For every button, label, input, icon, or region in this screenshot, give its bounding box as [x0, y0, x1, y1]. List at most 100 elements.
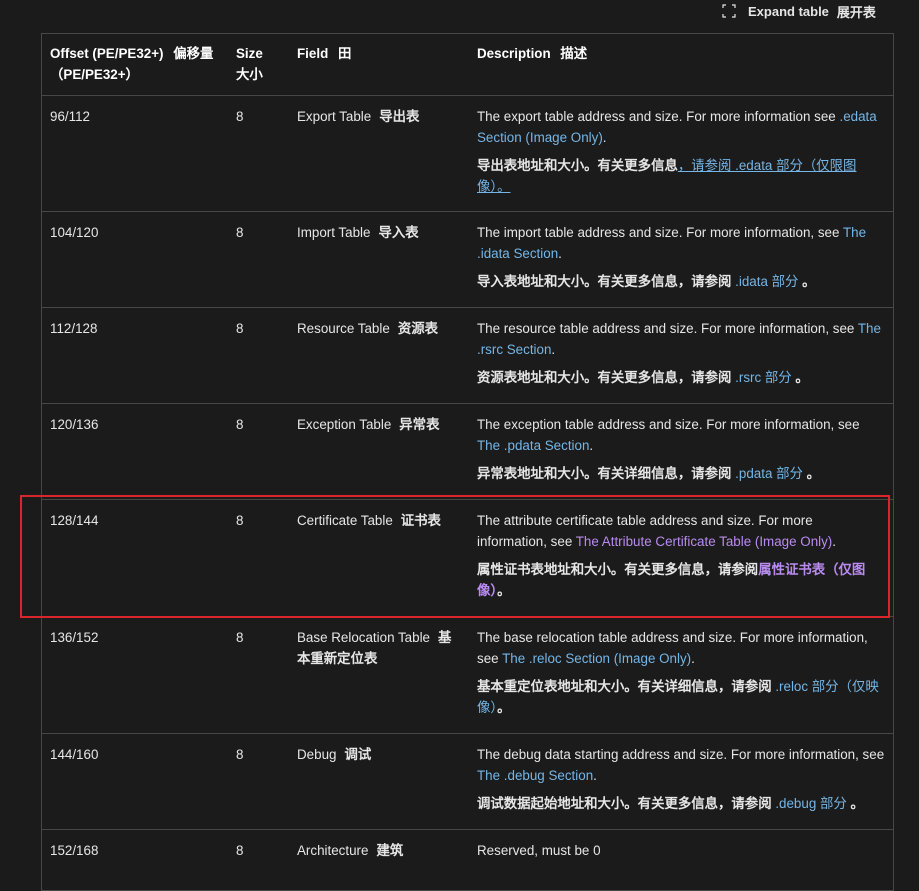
description-cn: 导出表地址和大小。有关更多信息，请参阅 .edata 部分（仅限图像）。	[477, 155, 885, 197]
description-en-link[interactable]: The .reloc Section (Image Only)	[502, 651, 691, 666]
description-en-text: The debug data starting address and size…	[477, 747, 885, 762]
description-en-tail: .	[832, 534, 837, 549]
description-en-tail: .	[593, 768, 597, 783]
cell-field: Certificate Table 证书表	[289, 499, 469, 617]
description-en-text: The import table address and size. For m…	[477, 225, 843, 240]
cell-size: 8	[228, 307, 289, 404]
cell-size: 8	[228, 499, 289, 617]
description-cn-link[interactable]: .pdata 部分	[735, 466, 803, 481]
table-row: 152/168 8 Architecture 建筑 Reserved, must …	[42, 829, 893, 891]
description-en-tail: .	[551, 342, 556, 357]
description-en: The resource table address and size. For…	[477, 318, 885, 360]
header-size-label-cn: 大小	[236, 67, 263, 82]
description-en-link[interactable]: The .debug Section	[477, 768, 593, 783]
header-field: Field 田	[289, 34, 469, 96]
field-name-cn: 调试	[344, 747, 372, 762]
cell-offset: 136/152	[42, 616, 228, 734]
cell-description: The exception table address and size. Fo…	[469, 403, 893, 500]
description-en-text: The resource table address and size. For…	[477, 321, 858, 336]
description-cn-tail: 。	[497, 583, 511, 598]
description-en-text: The export table address and size. For m…	[477, 109, 840, 124]
field-name: Debug	[297, 747, 337, 762]
field-name: Export Table	[297, 109, 372, 124]
cell-field: Debug 调试	[289, 733, 469, 830]
header-description: Description 描述	[469, 34, 893, 96]
field-name-cn: 证书表	[400, 513, 441, 528]
description-en: The export table address and size. For m…	[477, 106, 885, 148]
table-header-row: Offset (PE/PE32+) 偏移量（PE/PE32+） Size 大小 …	[42, 34, 893, 96]
cell-field: Base Relocation Table 基本重新定位表	[289, 616, 469, 734]
cell-offset: 96/112	[42, 95, 228, 212]
description-cn: 基本重定位表地址和大小。有关详细信息，请参阅 .reloc 部分（仅映像）。	[477, 676, 885, 718]
description-cn: 导入表地址和大小。有关更多信息，请参阅 .idata 部分 。	[477, 271, 885, 292]
data-directories-table-container: Offset (PE/PE32+) 偏移量（PE/PE32+） Size 大小 …	[41, 33, 894, 891]
header-description-label: Description	[477, 46, 551, 61]
expand-icon	[722, 4, 736, 18]
cell-field: Architecture 建筑	[289, 829, 469, 891]
field-name: Certificate Table	[297, 513, 393, 528]
cell-field: Resource Table 资源表	[289, 307, 469, 404]
header-size-label: Size	[236, 46, 263, 61]
cell-size: 8	[228, 211, 289, 308]
cell-description: The attribute certificate table address …	[469, 499, 893, 617]
header-field-label: Field	[297, 46, 329, 61]
cell-size: 8	[228, 733, 289, 830]
description-en: Reserved, must be 0	[477, 840, 885, 861]
description-cn-tail: 。	[791, 370, 809, 385]
description-cn-text: 导出表地址和大小。有关更多信息	[477, 158, 678, 173]
table-toolbar: Expand table 展开表	[0, 0, 919, 32]
description-en-text: The exception table address and size. Fo…	[477, 417, 860, 432]
description-en: The attribute certificate table address …	[477, 510, 885, 552]
description-cn-text: 导入表地址和大小。有关更多信息，请参阅	[477, 274, 736, 289]
table-row: 136/152 8 Base Relocation Table 基本重新定位表 T…	[42, 616, 893, 734]
description-cn-text: 属性证书表地址和大小。有关更多信息，请参阅	[477, 562, 759, 577]
table-row: 104/120 8 Import Table 导入表 The import tab…	[42, 211, 893, 308]
description-en-link[interactable]: The Attribute Certificate Table (Image O…	[576, 534, 833, 549]
description-cn-link[interactable]: .debug 部分	[775, 796, 846, 811]
description-cn-link[interactable]: .idata 部分	[735, 274, 798, 289]
description-cn: 属性证书表地址和大小。有关更多信息，请参阅属性证书表（仅图像）。	[477, 559, 885, 601]
description-en-link[interactable]: The .pdata Section	[477, 438, 589, 453]
description-en-tail: .	[691, 651, 695, 666]
table-row: 128/144 8 Certificate Table 证书表 The attri…	[42, 499, 893, 617]
header-field-label-cn: 田	[337, 46, 352, 61]
cell-field: Import Table 导入表	[289, 211, 469, 308]
field-name-cn: 导入表	[378, 225, 419, 240]
description-en: The base relocation table address and si…	[477, 627, 885, 669]
header-offset-label: Offset (PE/PE32+)	[50, 46, 164, 61]
field-name: Resource Table	[297, 321, 390, 336]
description-cn: 调试数据起始地址和大小。有关更多信息，请参阅 .debug 部分 。	[477, 793, 885, 814]
header-description-label-cn: 描述	[560, 46, 588, 61]
description-cn-text: 资源表地址和大小。有关更多信息，请参阅	[477, 370, 736, 385]
header-size: Size 大小	[228, 34, 289, 96]
field-name-cn: 建筑	[376, 843, 404, 858]
cell-size: 8	[228, 95, 289, 212]
expand-table-label: Expand table	[748, 3, 829, 19]
cell-description: The export table address and size. For m…	[469, 95, 893, 212]
cell-description: The debug data starting address and size…	[469, 733, 893, 830]
expand-table-label-cn: 展开表	[836, 4, 876, 20]
description-cn-text: 异常表地址和大小。有关详细信息，请参阅	[477, 466, 736, 481]
field-name-cn: 资源表	[397, 321, 438, 336]
description-cn: 资源表地址和大小。有关更多信息，请参阅 .rsrc 部分 。	[477, 367, 885, 388]
table-row: 120/136 8 Exception Table 异常表 The excepti…	[42, 403, 893, 500]
description-cn-link[interactable]: .rsrc 部分	[735, 370, 792, 385]
description-cn-text: 调试数据起始地址和大小。有关更多信息，请参阅	[477, 796, 776, 811]
expand-table-button[interactable]: Expand table 展开表	[722, 2, 876, 20]
cell-field: Export Table 导出表	[289, 95, 469, 212]
field-name: Base Relocation Table	[297, 630, 431, 645]
field-name: Import Table	[297, 225, 371, 240]
description-cn: 异常表地址和大小。有关详细信息，请参阅 .pdata 部分 。	[477, 463, 885, 484]
description-cn-text: 基本重定位表地址和大小。有关详细信息，请参阅	[477, 679, 776, 694]
cell-description: The resource table address and size. For…	[469, 307, 893, 404]
cell-size: 8	[228, 403, 289, 500]
cell-offset: 112/128	[42, 307, 228, 404]
description-en: The import table address and size. For m…	[477, 222, 885, 264]
data-directories-table: Offset (PE/PE32+) 偏移量（PE/PE32+） Size 大小 …	[42, 34, 893, 891]
description-en-tail: .	[558, 246, 562, 261]
description-cn-tail: 。	[846, 796, 864, 811]
description-cn-tail: 。	[798, 274, 816, 289]
field-name-cn: 导出表	[379, 109, 420, 124]
table-row: 144/160 8 Debug 调试 The debug data startin…	[42, 733, 893, 830]
cell-offset: 120/136	[42, 403, 228, 500]
